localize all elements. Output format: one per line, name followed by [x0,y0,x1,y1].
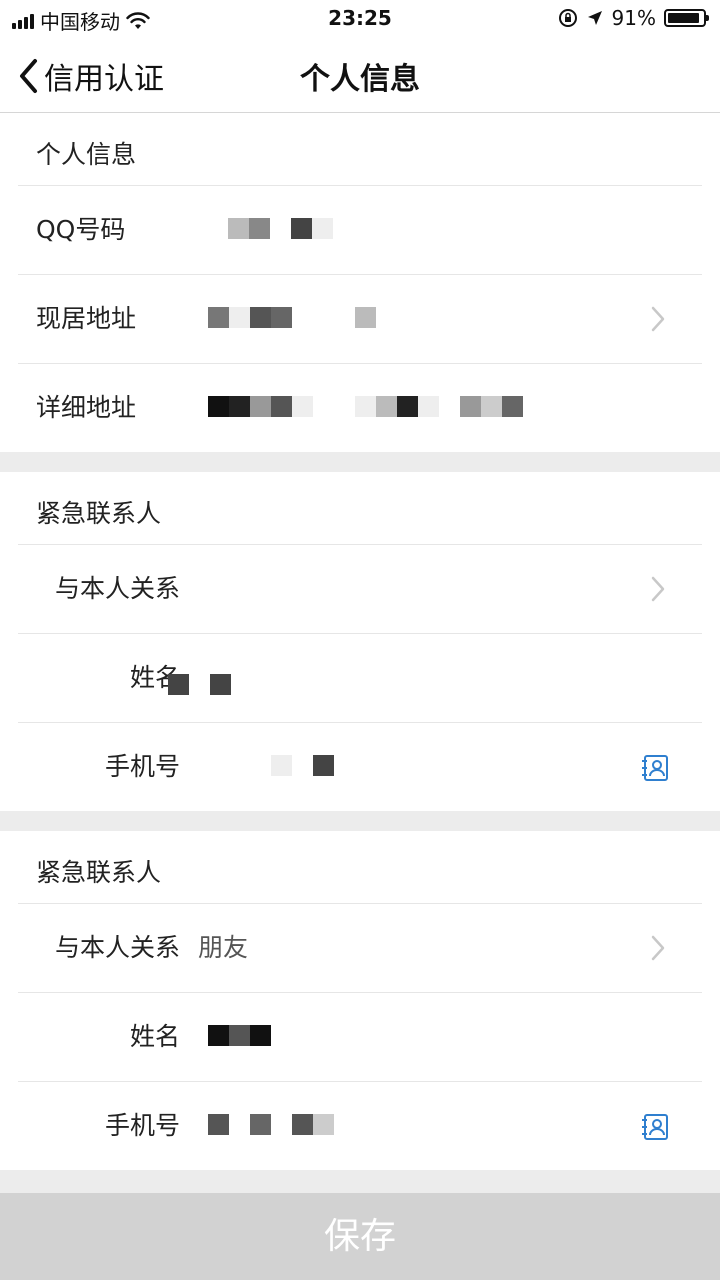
address-label: 现居地址 [36,304,137,333]
battery-fill [668,13,699,23]
qq-label: QQ号码 [36,215,126,244]
contact-book-icon[interactable] [640,1112,670,1142]
chevron-left-icon [20,59,37,93]
redacted-value [208,1025,271,1046]
relation-label: 与本人关系 [54,933,180,962]
name-row[interactable]: 姓名 [18,633,702,722]
address-row[interactable]: 现居地址 [18,274,702,363]
redacted-value [208,396,523,417]
section-header: 紧急联系人 [36,858,162,887]
emergency-contact-section: 紧急联系人 与本人关系 朋友 姓名 手机号 [0,831,720,1170]
redacted-value [208,1114,334,1135]
nav-bar: 信用认证 个人信息 [0,40,720,113]
form-content[interactable]: 个人信息 QQ号码 现居地址 详细地址 紧急联系人 与本人关系 姓名 手机号 紧… [0,113,720,1193]
location-arrow-icon [587,11,602,25]
qq-row[interactable]: QQ号码 [18,185,702,274]
name-row[interactable]: 姓名 [18,992,702,1081]
redacted-value [168,674,231,695]
chevron-right-icon [651,306,665,332]
relation-label: 与本人关系 [54,574,180,603]
relation-value: 朋友 [198,933,249,962]
detail-address-row[interactable]: 详细地址 [18,363,702,452]
contact-book-icon[interactable] [640,753,670,783]
chevron-right-icon [651,576,665,602]
back-label: 信用认证 [44,62,164,97]
redacted-value [208,307,376,328]
redacted-value [271,755,334,776]
back-button[interactable]: 信用认证 [18,54,164,98]
relation-row[interactable]: 与本人关系 朋友 [18,903,702,992]
phone-label: 手机号 [104,752,180,781]
section-header: 个人信息 [36,140,137,169]
personal-info-section: 个人信息 QQ号码 现居地址 详细地址 [0,113,720,452]
phone-label: 手机号 [104,1111,180,1140]
section-header: 紧急联系人 [36,499,162,528]
detail-address-label: 详细地址 [36,393,137,422]
phone-row[interactable]: 手机号 [18,722,702,811]
status-bar: 中国移动 23:25 91% [0,0,720,40]
battery-icon [664,9,709,27]
redacted-value [228,218,333,239]
save-button[interactable]: 保存 [0,1193,720,1280]
rotation-lock-icon [558,9,577,27]
battery-percent: 91% [611,6,656,30]
emergency-contact-section: 紧急联系人 与本人关系 姓名 手机号 [0,472,720,811]
phone-row[interactable]: 手机号 [18,1081,702,1170]
relation-row[interactable]: 与本人关系 [18,544,702,633]
name-label: 姓名 [129,1022,180,1051]
chevron-right-icon [651,935,665,961]
